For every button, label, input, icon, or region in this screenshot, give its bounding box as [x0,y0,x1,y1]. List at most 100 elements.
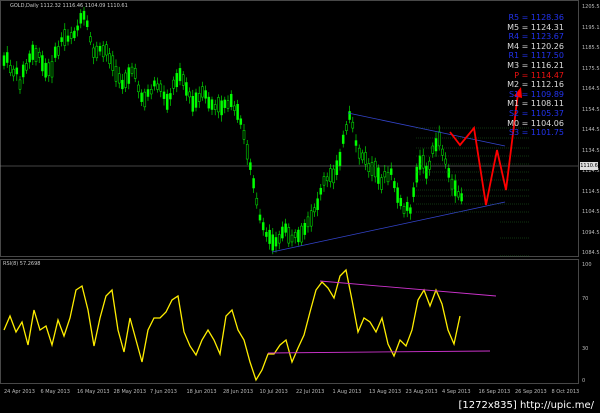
candle-body [73,30,76,39]
candle-body [293,232,297,238]
candle-body [441,148,444,156]
candle-body [453,180,457,197]
candle-body [18,79,22,90]
candle-body [457,191,460,198]
candle-body [431,145,435,154]
candle-body [277,234,281,244]
date-axis-tick: 18 Jun 2013 [186,389,217,395]
candle-body [236,103,239,120]
candle-body [345,124,348,131]
candle-body [409,207,412,214]
pivot-level: R1 = 1117.50 [508,51,564,61]
upper-trendline[interactable] [347,112,506,147]
watermark: [1272x835] http://upic.me/ [456,400,596,411]
price-axis-tick: 1164.55 [582,86,600,92]
date-axis-tick: 16 Sep 2013 [478,389,511,395]
candle-body [233,105,236,111]
price-axis-tick: 1084.55 [582,250,600,256]
candle-body [127,67,131,84]
candle-body [124,72,127,88]
candle-body [108,53,111,64]
candle-body [105,44,108,56]
candle-body [271,234,275,251]
main-chart-frame [0,0,579,257]
candle-body [348,111,351,120]
candle-body [332,168,335,184]
candle-body [69,32,73,39]
candle-body [300,225,303,243]
candle-body [159,83,163,92]
candle-body [60,37,63,42]
candle-body [2,55,6,66]
pivot-level: S3 = 1101.75 [508,128,564,138]
candle-body [53,46,57,58]
candle-body [405,202,409,211]
candle-body [95,45,99,59]
date-axis-tick: 10 Jul 2013 [259,389,288,395]
symbol-header: GOLD,Daily 1112.32 1116.46 1104.09 1110.… [10,3,128,9]
pivot-level: M4 = 1120.26 [507,41,564,51]
pivot-level: R5 = 1128.36 [508,13,564,22]
candle-body [85,20,89,28]
candle-body [418,155,422,170]
candle-body [153,80,156,87]
date-axis-tick: 24 Apr 2013 [4,389,35,395]
candle-body [425,165,428,179]
price-axis-tick: 1154.55 [582,106,600,113]
candle-body [101,45,105,58]
candle-body [322,176,326,186]
candle-body [338,151,342,166]
candle-body [319,187,323,195]
rsi-upper-trendline[interactable] [319,280,497,297]
candle-body [57,46,60,56]
candle-body [50,61,54,78]
candle-body [181,74,185,86]
pivot-level: M1 = 1108.11 [507,99,564,109]
candle-body [114,66,118,82]
price-projection-path[interactable] [449,92,519,206]
candle-body [25,63,28,71]
date-axis-tick: 4 Sep 2013 [442,389,471,395]
candle-body [249,162,252,170]
candle-body [287,227,291,244]
candle-body [354,140,358,146]
candle-body [121,79,124,90]
price-axis-tick: 1104.55 [582,209,600,215]
candle-body [172,79,175,89]
candle-body [258,214,262,221]
date-axis-tick: 22 Jul 2013 [296,389,325,395]
rsi-lower-trendline[interactable] [267,350,491,354]
candle-body [239,118,243,125]
date-axis-tick: 1 Aug 2013 [332,389,362,395]
candle-body [386,171,390,183]
candle-body [15,67,19,75]
candle-body [207,96,211,109]
candle-body [143,91,147,108]
candle-body [373,160,377,178]
candle-body [79,13,83,24]
current-price-label: 1110.6 [580,162,598,170]
candle-body [412,187,415,197]
pivot-level: R4 = 1123.67 [508,32,564,42]
candle-body [9,65,12,74]
date-axis-tick: 28 Jun 2013 [223,389,254,395]
candle-body [367,163,371,172]
candle-body [393,181,396,189]
candle-body [284,223,287,233]
candle-body [37,51,41,58]
candle-body [361,152,364,161]
candle-body [268,229,271,244]
candle-body [89,36,92,43]
candle-body [165,93,169,110]
candle-body [31,44,35,60]
rsi-axis-tick: 70 [582,296,589,302]
candle-body [434,138,438,152]
candle-body [146,89,150,97]
candle-body [140,92,143,102]
candle-body [178,68,182,82]
candle-body [396,187,399,203]
candle-body [175,73,179,88]
candle-body [217,97,220,113]
candle-body [357,147,361,159]
rsi-axis-tick: 100 [582,262,592,268]
